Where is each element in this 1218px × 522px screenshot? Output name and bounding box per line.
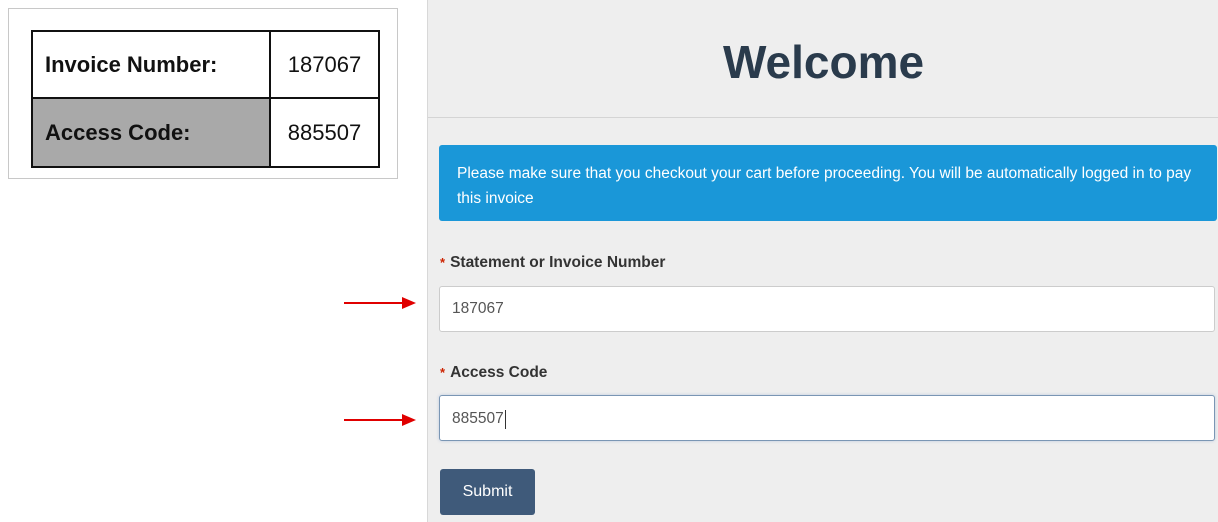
access-code-label: Access Code: [33,99,271,166]
submit-button[interactable]: Submit [440,469,535,515]
title-divider [428,117,1218,118]
access-code-input-value: 885507 [452,396,506,442]
invoice-login-form-panel: Welcome Please make sure that you checko… [427,0,1218,522]
invoice-number-value: 187067 [271,32,378,99]
access-code-field-label: * Access Code [440,364,547,382]
info-alert: Please make sure that you checkout your … [439,145,1217,221]
screenshot-canvas: Invoice Number: 187067 Access Code: 8855… [0,0,1218,522]
required-marker: * [440,365,446,380]
access-code-input[interactable]: 885507 [439,395,1215,441]
invoice-number-label: Invoice Number: [33,32,271,99]
invoice-table: Invoice Number: 187067 Access Code: 8855… [31,30,380,168]
required-marker: * [440,255,446,270]
access-code-value: 885507 [287,119,362,145]
access-code-input-text: 885507 [452,410,504,427]
invoice-number-label-text: Statement or Invoice Number [450,254,666,271]
invoice-reference-card: Invoice Number: 187067 Access Code: 8855… [8,8,398,179]
right-arrow-icon [344,414,416,426]
right-arrow-icon [344,297,416,309]
access-code-label-text: Access Code [450,364,548,381]
invoice-number-input[interactable] [439,286,1215,332]
text-caret [504,409,506,429]
invoice-number-field-label: * Statement or Invoice Number [440,254,665,272]
page-title: Welcome [722,36,925,88]
